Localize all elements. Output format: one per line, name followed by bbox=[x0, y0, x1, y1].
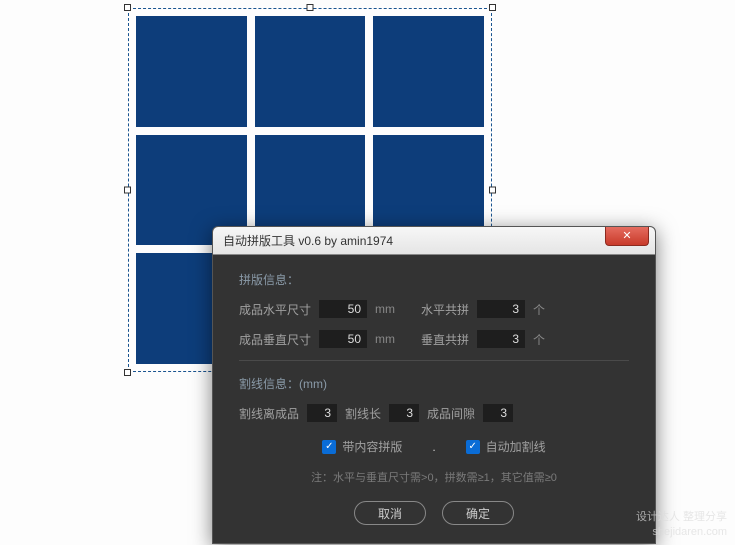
watermark-line1: 设计达人 整理分享 bbox=[636, 510, 727, 524]
label-hsize: 成品水平尺寸 bbox=[239, 301, 311, 318]
note-text: 注：水平与垂直尺寸需>0，拼数需≥1，其它值需≥0 bbox=[239, 469, 629, 485]
resize-handle-tr[interactable] bbox=[489, 4, 496, 11]
section-cutline-title: 割线信息：(mm) bbox=[239, 375, 629, 392]
checkbox-label: 带内容拼版 bbox=[342, 438, 402, 455]
label-cut-length: 割线长 bbox=[345, 405, 381, 422]
row-cutline: 割线离成品 割线长 成品间隙 bbox=[239, 404, 629, 422]
grid-cell bbox=[373, 16, 484, 127]
dialog-titlebar[interactable]: 自动拼版工具 v0.6 by amin1974 ✕ bbox=[213, 227, 655, 255]
label-vsize: 成品垂直尺寸 bbox=[239, 331, 311, 348]
close-icon: ✕ bbox=[622, 229, 631, 242]
resize-handle-bl[interactable] bbox=[124, 369, 131, 376]
grid-cell bbox=[136, 16, 247, 127]
checkbox-icon: ✓ bbox=[322, 440, 336, 454]
checkbox-with-content[interactable]: ✓ 带内容拼版 bbox=[322, 438, 402, 455]
input-hsize[interactable] bbox=[319, 300, 367, 318]
input-vcount[interactable] bbox=[477, 330, 525, 348]
unit-mm: mm bbox=[375, 302, 395, 316]
watermark-line2: shejidaren.com bbox=[636, 525, 727, 539]
label-vcount: 垂直共拼 bbox=[421, 331, 469, 348]
input-hcount[interactable] bbox=[477, 300, 525, 318]
unit-mm: mm bbox=[375, 332, 395, 346]
row-vertical: 成品垂直尺寸 mm 垂直共拼 个 bbox=[239, 330, 629, 348]
label-hcount: 水平共拼 bbox=[421, 301, 469, 318]
dialog-title: 自动拼版工具 v0.6 by amin1974 bbox=[223, 232, 605, 249]
input-gap[interactable] bbox=[483, 404, 513, 422]
ok-button[interactable]: 确定 bbox=[442, 501, 514, 525]
row-horizontal: 成品水平尺寸 mm 水平共拼 个 bbox=[239, 300, 629, 318]
separator-dot: . bbox=[432, 440, 435, 454]
resize-handle-mr[interactable] bbox=[489, 187, 496, 194]
checkbox-label: 自动加割线 bbox=[486, 438, 546, 455]
resize-handle-tl[interactable] bbox=[124, 4, 131, 11]
input-cut-offset[interactable] bbox=[307, 404, 337, 422]
close-button[interactable]: ✕ bbox=[605, 227, 649, 246]
grid-cell bbox=[255, 16, 366, 127]
watermark: 设计达人 整理分享 shejidaren.com bbox=[636, 510, 727, 539]
checkbox-icon: ✓ bbox=[466, 440, 480, 454]
divider bbox=[239, 360, 629, 361]
label-gap: 成品间隙 bbox=[427, 405, 475, 422]
resize-handle-tm[interactable] bbox=[307, 4, 314, 11]
unit-ge: 个 bbox=[533, 301, 545, 318]
input-cut-length[interactable] bbox=[389, 404, 419, 422]
input-vsize[interactable] bbox=[319, 330, 367, 348]
dialog-body: 拼版信息： 成品水平尺寸 mm 水平共拼 个 成品垂直尺寸 mm 垂直共拼 个 … bbox=[213, 255, 655, 543]
imposition-dialog: 自动拼版工具 v0.6 by amin1974 ✕ 拼版信息： 成品水平尺寸 m… bbox=[212, 226, 656, 544]
unit-ge: 个 bbox=[533, 331, 545, 348]
cancel-button[interactable]: 取消 bbox=[354, 501, 426, 525]
checkbox-auto-cutline[interactable]: ✓ 自动加割线 bbox=[466, 438, 546, 455]
label-cut-offset: 割线离成品 bbox=[239, 405, 299, 422]
button-row: 取消 确定 bbox=[239, 501, 629, 525]
checkbox-row: ✓ 带内容拼版 . ✓ 自动加割线 bbox=[239, 438, 629, 455]
section-imposition-title: 拼版信息： bbox=[239, 271, 629, 288]
resize-handle-ml[interactable] bbox=[124, 187, 131, 194]
